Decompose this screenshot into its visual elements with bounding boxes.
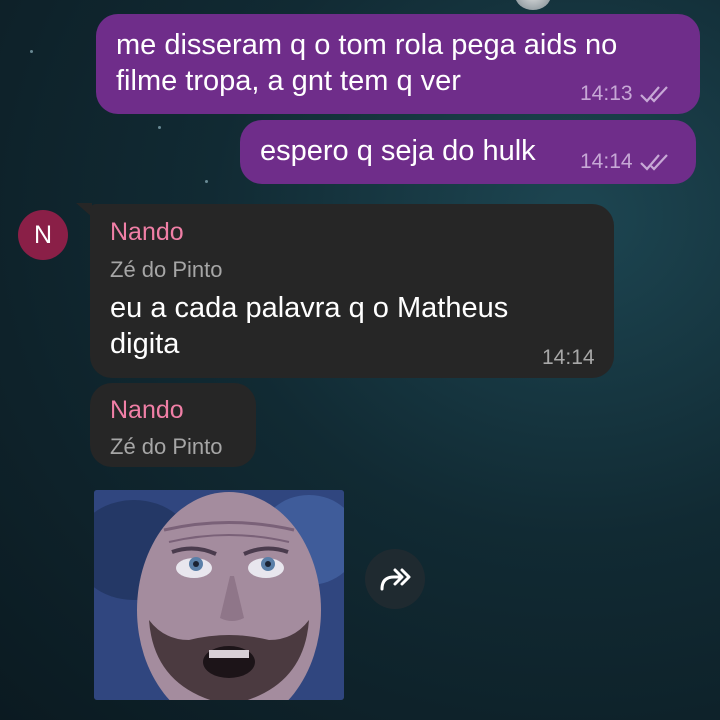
forwarded-from[interactable]: Zé do Pinto xyxy=(110,434,223,460)
share-button[interactable] xyxy=(365,549,425,609)
star-decoration xyxy=(30,50,33,53)
incoming-message-bubble[interactable]: Nando Zé do Pinto xyxy=(90,383,256,467)
message-text: eu a cada palavra q o Matheus digita xyxy=(110,292,509,360)
star-decoration xyxy=(205,180,208,183)
message-meta: 14:14 xyxy=(542,346,595,370)
message-text: me disseram q o tom rola pega aids no fi… xyxy=(116,29,618,97)
message-meta: 14:14 xyxy=(580,150,673,174)
face-illustration xyxy=(94,490,344,700)
outgoing-message-bubble[interactable]: me disseram q o tom rola pega aids no fi… xyxy=(96,14,700,114)
incoming-message-bubble[interactable]: Nando Zé do Pinto eu a cada palavra q o … xyxy=(90,204,614,378)
forwarded-from[interactable]: Zé do Pinto xyxy=(110,257,223,283)
avatar-initial: N xyxy=(33,220,53,249)
message-time: 14:14 xyxy=(580,150,633,173)
message-time: 14:13 xyxy=(580,82,633,105)
forward-share-icon xyxy=(380,568,411,591)
message-text: espero q seja do hulk xyxy=(260,135,536,167)
sender-name[interactable]: Nando xyxy=(110,218,184,247)
message-meta: 14:13 xyxy=(580,82,673,106)
star-decoration xyxy=(158,126,161,129)
outgoing-message-bubble[interactable]: espero q seja do hulk 14:14 xyxy=(240,120,696,184)
message-time: 14:14 xyxy=(542,346,595,369)
sticker-image[interactable] xyxy=(94,490,344,700)
double-check-icon xyxy=(639,86,668,103)
sender-name[interactable]: Nando xyxy=(110,396,184,425)
avatar[interactable]: N xyxy=(18,210,68,260)
double-check-icon xyxy=(639,154,668,171)
moon-decoration xyxy=(515,0,551,10)
